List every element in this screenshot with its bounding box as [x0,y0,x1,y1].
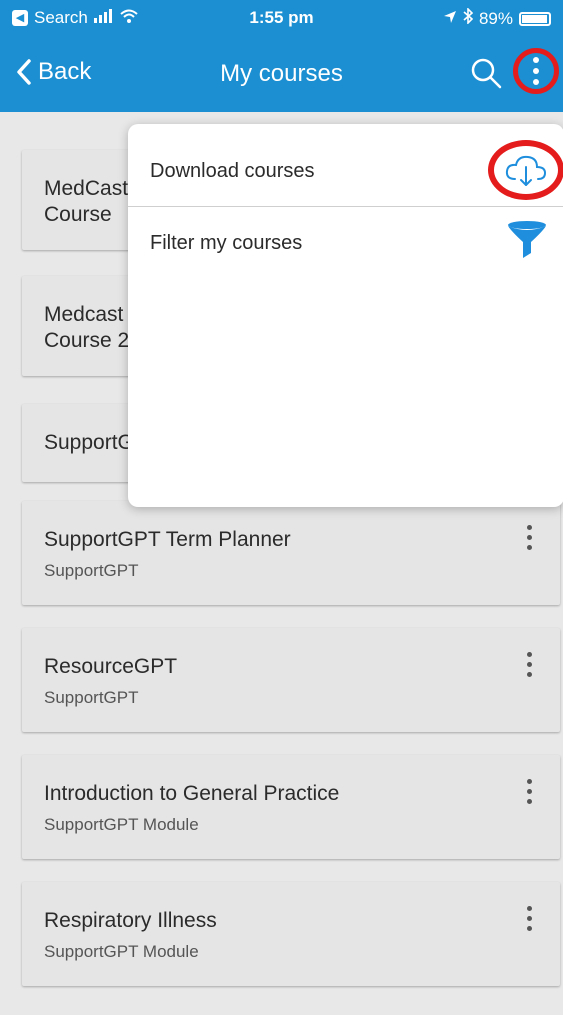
funnel-icon[interactable] [506,220,548,260]
cloud-download-icon[interactable] [504,153,548,187]
status-bar: ◀ Search 1:55 pm 89% [0,0,563,36]
menu-divider [128,206,563,207]
course-card[interactable]: ResourceGPT SupportGPT [22,628,560,732]
course-title: MedCast [44,177,129,200]
course-menu-button[interactable] [527,652,532,677]
download-highlight-circle [488,140,563,200]
course-menu-button[interactable] [527,525,532,550]
course-subtitle: SupportGPT Module [44,942,199,961]
course-title-line2: Course 2 [44,329,130,352]
course-menu-button[interactable] [527,779,532,804]
vertical-dots-icon [527,652,532,677]
course-title: ResourceGPT [44,655,178,678]
vertical-dots-icon [527,779,532,804]
menu-item-label: Download courses [150,160,315,182]
course-title: SupportGPT Term Planner [44,528,291,551]
course-card[interactable]: SupportGPT Term Planner SupportGPT [22,501,560,605]
more-options-button[interactable] [513,48,559,94]
search-icon[interactable] [469,56,503,90]
course-title: Respiratory Illness [44,909,217,932]
options-menu: Download courses Filter my courses [128,124,563,507]
course-subtitle: SupportGPT [44,561,139,580]
course-card[interactable]: Introduction to General Practice Support… [22,755,560,859]
course-subtitle: SupportGPT Module [44,815,199,834]
course-title-line2: Course [44,203,112,226]
course-title: Introduction to General Practice [44,782,340,805]
menu-item-label: Filter my courses [150,232,303,254]
course-menu-button[interactable] [527,906,532,931]
bluetooth-icon [463,7,474,29]
vertical-dots-icon [527,906,532,931]
vertical-dots-icon [527,525,532,550]
battery-percent: 89% [478,8,513,28]
course-title: Medcast [44,303,124,326]
battery-icon [519,11,551,26]
course-subtitle: SupportGPT [44,688,139,707]
vertical-dots-icon [533,57,539,85]
nav-bar: Back My courses [0,36,563,112]
menu-item-filter-courses[interactable]: Filter my courses [128,208,563,280]
location-icon [443,9,457,29]
status-right: 89% [443,7,551,29]
course-card[interactable]: Respiratory Illness SupportGPT Module [22,882,560,986]
